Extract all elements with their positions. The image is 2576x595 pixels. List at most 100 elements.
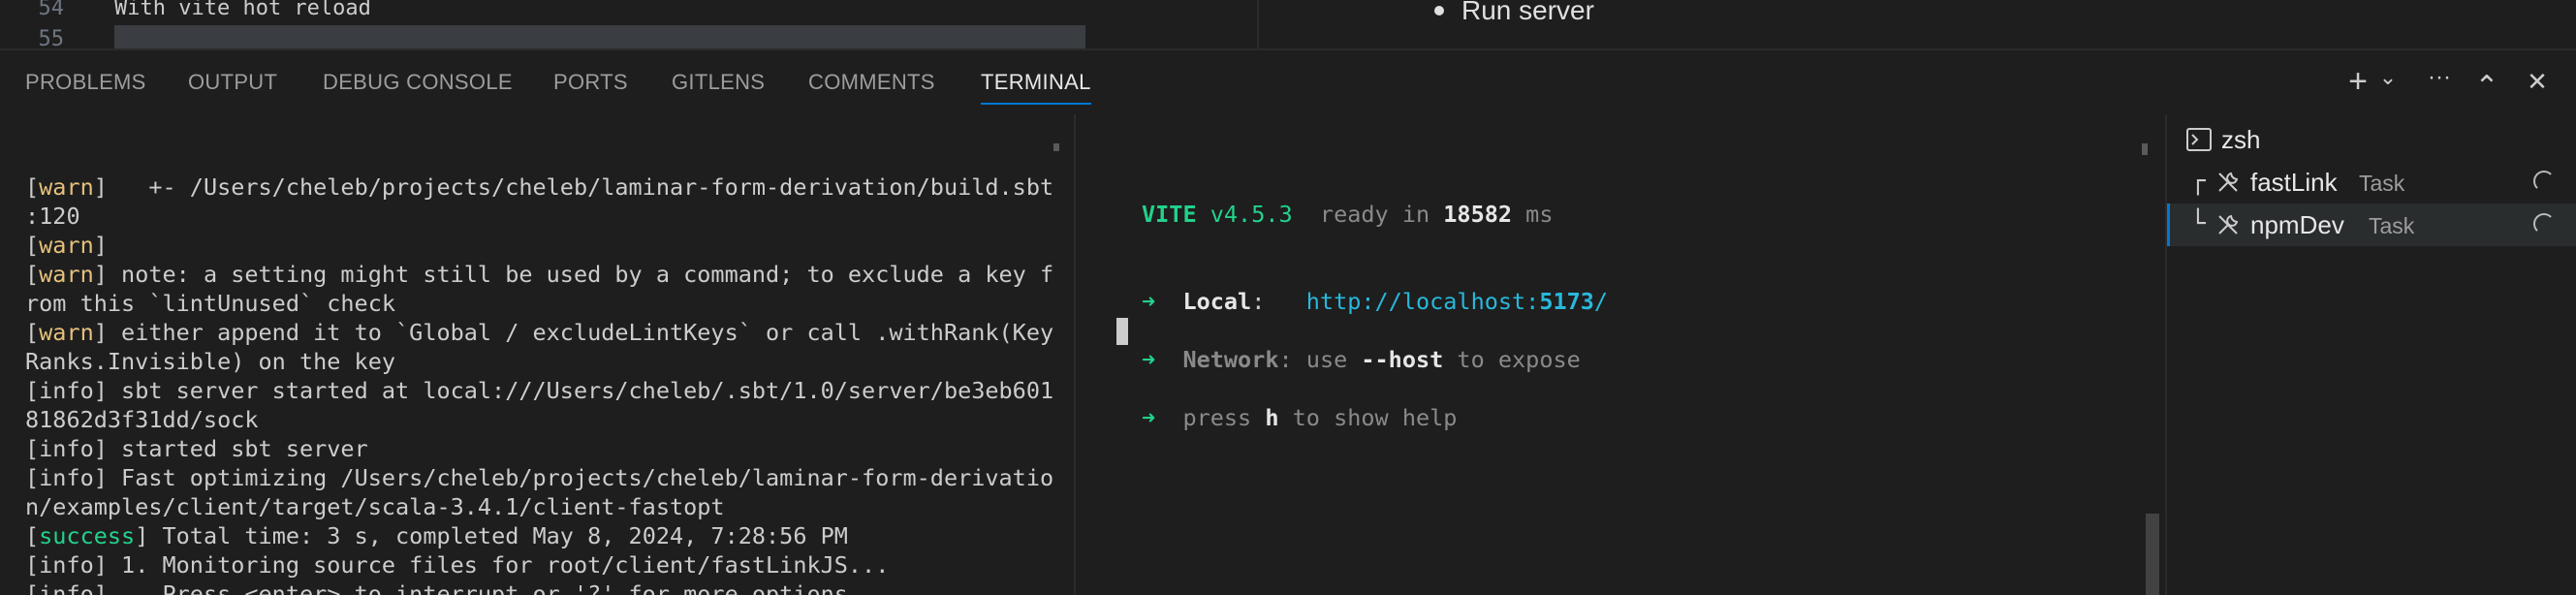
log-level-tag: success — [39, 522, 136, 549]
ready-text: ready in — [1292, 201, 1444, 228]
local-url-suffix: / — [1593, 288, 1609, 315]
terminal-line: [info] Press <enter> to interrupt or '?'… — [25, 579, 1072, 595]
close-panel-icon[interactable]: ✕ — [2520, 64, 2555, 99]
log-level-tag: warn — [39, 232, 94, 259]
bullet-icon — [1434, 6, 1444, 16]
terminal-line: Ranks.Invisible) on the key — [25, 347, 1072, 376]
log-text: Fast optimizing /Users/cheleb/projects/c… — [107, 464, 1054, 491]
help-text: press — [1182, 404, 1266, 431]
log-text: rom this `lintUnused` check — [25, 290, 396, 317]
log-text: either append it to `Global / excludeLin… — [107, 319, 1054, 346]
arrow-icon: ➜ — [1142, 288, 1156, 315]
terminal-sbt[interactable]: [warn] +- /Users/cheleb/projects/cheleb/… — [25, 114, 1072, 595]
terminal-line: [success] Total time: 3 s, completed May… — [25, 522, 848, 549]
terminal-line: [warn] note: a setting might still be us… — [25, 261, 1054, 288]
scrollbar-marker — [2142, 143, 2148, 155]
scrollbar-marker — [1053, 143, 1059, 151]
terminal-tab-name: zsh — [2221, 125, 2261, 154]
vite-help-line: ➜ press h to show help — [1142, 403, 2130, 432]
log-text: 81862d3f31dd/sock — [25, 406, 259, 433]
editor-area: 54 55 With vite hot reload Run server — [0, 0, 2576, 48]
log-text: :120 — [25, 203, 80, 230]
terminal-icon — [2186, 128, 2212, 151]
local-url-prefix: http://localhost: — [1305, 288, 1540, 315]
network-label: Network — [1182, 346, 1279, 373]
add-terminal-icon[interactable]: + — [2341, 64, 2374, 99]
terminal-line: [warn] — [25, 232, 108, 259]
arrow-icon: ➜ — [1142, 346, 1156, 373]
terminal-line: :120 — [25, 202, 1072, 231]
log-text: Ranks.Invisible) on the key — [25, 348, 396, 375]
terminal-tab-fastlink[interactable]: ┌ fastLink Task — [2167, 161, 2576, 204]
tab-terminal[interactable]: TERMINAL — [981, 70, 1091, 95]
tools-icon — [2218, 172, 2239, 192]
panel-tab-bar: PROBLEMS OUTPUT DEBUG CONSOLE PORTS GITL… — [0, 48, 2576, 114]
terminal-cursor — [1116, 318, 1128, 345]
markdown-preview-item: Run server — [1461, 0, 1594, 25]
loading-spinner-icon — [2533, 171, 2555, 192]
chevron-down-icon[interactable]: ⌄ — [2376, 60, 2400, 95]
terminal-tab-npmdev[interactable]: └ npmDev Task — [2167, 204, 2576, 246]
network-flag: --host — [1361, 346, 1444, 373]
line-number: 54 — [38, 0, 65, 20]
terminal-line: [warn] either append it to `Global / exc… — [25, 319, 1054, 346]
maximize-panel-icon[interactable]: ⌃ — [2469, 70, 2504, 105]
terminal-tab-task-label: Task — [2369, 213, 2415, 238]
tab-debug-console[interactable]: DEBUG CONSOLE — [323, 70, 513, 95]
terminal-tab-name: fastLink — [2250, 168, 2338, 197]
terminal-tab-zsh[interactable]: zsh — [2167, 118, 2576, 161]
tab-gitlens[interactable]: GITLENS — [672, 70, 765, 95]
tab-comments[interactable]: COMMENTS — [808, 70, 935, 95]
vite-name: VITE — [1142, 201, 1197, 228]
log-text: +- /Users/cheleb/projects/cheleb/laminar… — [107, 173, 1054, 201]
local-label: Local — [1182, 288, 1252, 315]
terminal-split-divider[interactable] — [1074, 114, 1076, 595]
local-url-link[interactable]: http://localhost:5173/ — [1306, 288, 1608, 315]
log-level-tag: info — [39, 435, 94, 462]
log-level-tag: info — [39, 464, 94, 491]
terminal-line: [warn] +- /Users/cheleb/projects/cheleb/… — [25, 173, 1054, 201]
log-level-tag: info — [39, 377, 94, 404]
tools-icon — [2218, 214, 2239, 235]
code-selection-highlight — [114, 25, 1085, 48]
tab-ports[interactable]: PORTS — [553, 70, 628, 95]
tree-branch-icon: ┌ — [2190, 167, 2206, 196]
local-colon: : — [1251, 288, 1306, 315]
vite-banner-line: VITE v4.5.3 ready in 18582 ms — [1142, 200, 2130, 229]
terminal-vite[interactable]: VITE v4.5.3 ready in 18582 ms ➜ Local: h… — [1142, 114, 2130, 595]
log-level-tag: info — [39, 551, 94, 579]
tree-branch-icon: └ — [2190, 209, 2206, 238]
vite-local-line: ➜ Local: http://localhost:5173/ — [1142, 287, 2130, 316]
log-level-tag: warn — [39, 319, 94, 346]
log-text: Press <enter> to interrupt or '?' for mo… — [107, 580, 863, 595]
terminal-line: 81862d3f31dd/sock — [25, 405, 1072, 434]
terminal-line: [info] sbt server started at local:///Us… — [25, 377, 1054, 404]
log-text: Total time: 3 s, completed May 8, 2024, … — [148, 522, 848, 549]
terminal-tab-name: npmDev — [2250, 210, 2344, 239]
terminal-line: [info] started sbt server — [25, 435, 368, 462]
vite-version: v4.5.3 — [1209, 201, 1293, 228]
terminal-scrollbar-thumb[interactable] — [2146, 514, 2159, 595]
more-actions-icon[interactable]: ··· — [2417, 60, 2462, 95]
tab-output[interactable]: OUTPUT — [188, 70, 277, 95]
log-level-tag: info — [39, 580, 94, 595]
terminal-line: [info] Fast optimizing /Users/cheleb/pro… — [25, 464, 1054, 491]
log-text: sbt server started at local:///Users/che… — [107, 377, 1054, 404]
editor-divider[interactable] — [1257, 0, 1259, 48]
vite-network-line: ➜ Network: use --host to expose — [1142, 345, 2130, 374]
network-text: : use — [1278, 346, 1362, 373]
log-level-tag: warn — [39, 173, 94, 201]
loading-spinner-icon — [2533, 213, 2555, 235]
log-text: n/examples/client/target/scala-3.4.1/cli… — [25, 493, 725, 520]
help-text-suffix: to show help — [1278, 404, 1458, 431]
tab-problems[interactable]: PROBLEMS — [25, 70, 146, 95]
line-number: 55 — [38, 27, 65, 48]
code-line[interactable]: With vite hot reload — [114, 0, 371, 20]
terminal-line: rom this `lintUnused` check — [25, 289, 1072, 318]
log-text: note: a setting might still be used by a… — [107, 261, 1054, 288]
terminal-tabs-list: zsh ┌ fastLink Task └ npmDev Task — [2165, 114, 2576, 595]
arrow-icon: ➜ — [1142, 404, 1156, 431]
terminal-line: [info] 1. Monitoring source files for ro… — [25, 551, 890, 579]
local-url-port: 5173 — [1539, 288, 1594, 315]
ms-unit: ms — [1512, 201, 1554, 228]
